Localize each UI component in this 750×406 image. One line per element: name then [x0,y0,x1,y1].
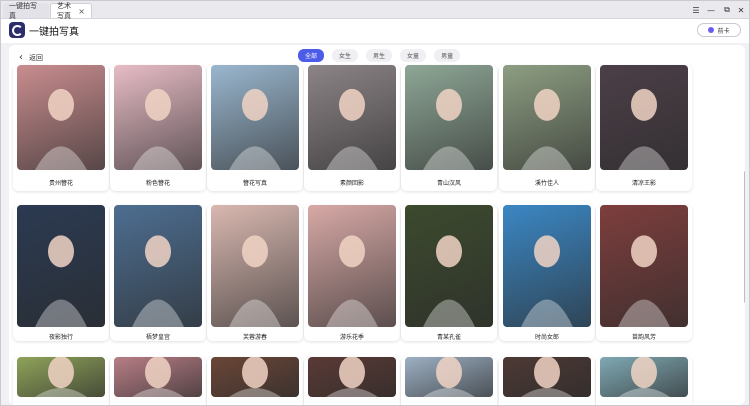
template-thumbnail [308,357,396,397]
template-card[interactable]: 素颜回影 [304,65,400,191]
template-title: 溪竹佳人 [534,180,559,187]
restore-icon[interactable]: ⧉ [721,4,733,16]
template-thumbnail [308,205,396,327]
template-card[interactable]: 时尚女郎 [499,205,595,341]
minimize-icon[interactable]: — [705,4,717,16]
template-thumbnail [114,65,202,170]
chevron-left-icon: ‹ [19,52,23,63]
app-logo-icon [9,22,25,38]
template-title: 素颜回影 [339,180,364,187]
template-thumbnail [503,205,591,327]
template-card[interactable]: 苗韵风芳 [596,205,692,341]
filter-1[interactable]: 女生 [332,49,359,62]
coin-icon [708,27,715,33]
template-thumbnail [600,65,688,170]
template-thumbnail [503,357,591,397]
main-content: ‹ 返回 全部 女生 男生 女童 男童 贵州簪花 粉色簪花 簪花写真 素颜回影 青山汉风 溪竹佳人… [9,45,745,405]
template-thumbnail [17,205,105,327]
close-icon[interactable]: × [78,7,85,16]
scrollbar[interactable] [744,171,745,303]
filter-4[interactable]: 男童 [434,49,461,62]
template-title: 贵州簪花 [48,180,73,187]
template-card[interactable]: 游乐花季 [304,205,400,341]
credits-button[interactable]: 前卡 [697,23,741,37]
tab-home[interactable]: 一键拍写真 [3,1,49,20]
filter-2[interactable]: 男生 [366,49,393,62]
template-card[interactable] [207,357,303,405]
template-card[interactable]: 梧梦皇宫 [110,205,206,341]
tab-label: 艺术写真 [57,2,71,20]
tab-bar: 一键拍写真 艺术写真 × ☰ — ⧉ ✕ [1,1,749,20]
template-card[interactable] [13,357,109,405]
back-button[interactable]: ‹ 返回 [19,52,43,63]
category-filters: 全部 女生 男生 女童 男童 [298,49,461,62]
filter-0[interactable]: 全部 [298,49,325,62]
app-window: 一键拍写真 艺术写真 × ☰ — ⧉ ✕ 一键拍写真 前卡 ‹ 返回 全部 女生 男生… [0,0,750,406]
template-thumbnail [211,205,299,327]
template-card[interactable]: 青山汉风 [401,65,497,191]
template-card[interactable] [110,357,206,405]
template-thumbnail [600,357,688,397]
template-thumbnail [405,205,493,327]
template-thumbnail [114,357,202,397]
menu-icon[interactable]: ☰ [690,4,702,16]
template-card[interactable] [499,357,595,405]
template-title: 青山汉风 [436,180,461,187]
template-title: 梧梦皇宫 [145,334,170,341]
tab-label: 一键拍写真 [9,1,37,20]
back-label: 返回 [29,53,43,62]
app-title: 一键拍写真 [29,27,79,38]
template-card[interactable]: 青某孔雀 [401,205,497,341]
template-thumbnail [114,205,202,327]
template-thumbnail [405,357,493,397]
template-title: 夜影独行 [48,334,73,341]
template-thumbnail [17,357,105,397]
template-thumbnail [211,357,299,397]
template-card[interactable]: 贵州簪花 [13,65,109,191]
template-title: 粉色簪花 [145,180,170,187]
template-card[interactable]: 簪花写真 [207,65,303,191]
template-card[interactable]: 清凉王影 [596,65,692,191]
tab-art-portrait[interactable]: 艺术写真 × [50,2,92,20]
template-card[interactable] [401,357,497,405]
template-card[interactable] [596,357,692,405]
app-header: 一键拍写真 前卡 [1,19,749,43]
template-card[interactable]: 夜影独行 [13,205,109,341]
template-thumbnail [211,65,299,170]
close-window-icon[interactable]: ✕ [735,4,747,16]
credits-label: 前卡 [717,27,730,35]
template-title: 簪花写真 [242,180,267,187]
template-thumbnail [308,65,396,170]
template-card[interactable]: 溪竹佳人 [499,65,595,191]
filter-3[interactable]: 女童 [400,49,427,62]
template-title: 苗韵风芳 [631,334,656,341]
template-card[interactable]: 芙蓉游春 [207,205,303,341]
template-card[interactable]: 粉色簪花 [110,65,206,191]
template-thumbnail [17,65,105,170]
template-title: 游乐花季 [339,334,364,341]
template-title: 清凉王影 [631,180,656,187]
template-title: 芙蓉游春 [242,334,267,341]
template-title: 青某孔雀 [436,334,461,341]
template-title: 时尚女郎 [534,334,559,341]
template-card[interactable] [304,357,400,405]
template-thumbnail [600,205,688,327]
template-thumbnail [503,65,591,170]
template-thumbnail [405,65,493,170]
